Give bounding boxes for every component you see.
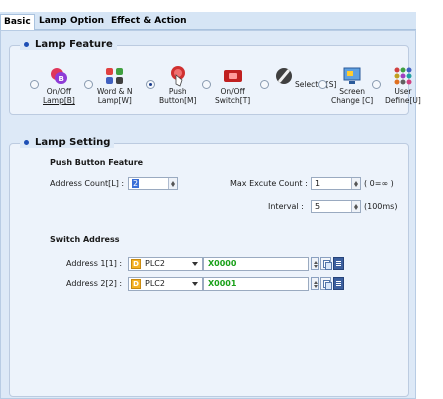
address-input-2[interactable]: X0001: [203, 277, 309, 291]
lamp-feature-title: Lamp Feature: [20, 39, 117, 50]
screen-change-icon: [341, 66, 363, 86]
bullet-icon: [24, 42, 29, 47]
selector-icon: [273, 66, 295, 86]
address-2-label: Address 2[2] :: [66, 279, 123, 288]
tab-basic[interactable]: Basic: [0, 14, 35, 31]
address-panel-icon[interactable]: [333, 257, 344, 270]
lamp-option-user-define[interactable]: User Define[U]: [372, 66, 421, 105]
radio-word-lamp[interactable]: [84, 80, 93, 89]
user-define-icon: [392, 66, 414, 86]
address-panel-icon[interactable]: [333, 277, 344, 290]
tab-lamp[interactable]: Lamp: [36, 14, 70, 30]
radio-onoff-lamp[interactable]: [30, 80, 39, 89]
device-d-icon: D: [131, 279, 141, 289]
radio-screen-change[interactable]: [318, 80, 327, 89]
address-2-stepper-icon[interactable]: [311, 277, 319, 290]
address-1-stepper-icon[interactable]: [311, 257, 319, 270]
tab-effect-action[interactable]: Effect & Action: [108, 14, 190, 30]
copy-icon[interactable]: [320, 277, 332, 290]
stepper-arrows-icon[interactable]: [351, 178, 360, 189]
max-execute-count-label: Max Excute Count :: [230, 179, 308, 188]
tab-bar: Basic Lamp Option Effect & Action: [0, 12, 416, 31]
switch-address-heading: Switch Address: [50, 235, 120, 244]
lamp-option-word-lamp[interactable]: Word & N Lamp[W]: [84, 66, 133, 105]
radio-push-button[interactable]: [146, 80, 155, 89]
tab-content-panel: Lamp Feature B On/Off Lamp[B] Word & N Lam…: [0, 30, 421, 399]
chevron-down-icon: [192, 262, 198, 269]
lamp-setting-group: Lamp Setting Push Button Feature Address…: [9, 137, 409, 397]
address-1-label: Address 1[1] :: [66, 259, 123, 268]
svg-text:B: B: [58, 75, 63, 83]
stepper-arrows-icon[interactable]: [168, 178, 177, 189]
stepper-arrows-icon[interactable]: [351, 201, 360, 212]
chevron-down-icon: [192, 282, 198, 289]
radio-selector[interactable]: [260, 80, 269, 89]
address-input-1[interactable]: X0000: [203, 257, 309, 271]
lamp-setting-title: Lamp Setting: [20, 137, 115, 148]
address-count-stepper[interactable]: 2: [128, 177, 178, 190]
switch-icon: [222, 66, 244, 86]
interval-hint: (100ms): [364, 202, 398, 211]
device-select-1[interactable]: D PLC2: [128, 257, 203, 271]
max-execute-count-stepper[interactable]: 1: [311, 177, 361, 190]
radio-onoff-switch[interactable]: [202, 80, 211, 89]
interval-stepper[interactable]: 5: [311, 200, 361, 213]
interval-label: Interval :: [268, 202, 304, 211]
lamp-b-icon: B: [48, 66, 70, 86]
radio-user-define[interactable]: [372, 80, 381, 89]
max-execute-hint: ( 0=∞ ): [364, 179, 394, 188]
push-button-feature-heading: Push Button Feature: [50, 158, 144, 167]
device-select-2[interactable]: D PLC2: [128, 277, 203, 291]
copy-icon[interactable]: [320, 257, 332, 270]
word-lamp-icon: [104, 66, 126, 86]
lamp-option-push-button[interactable]: Push Button[M]: [146, 66, 196, 105]
push-button-icon: [167, 66, 189, 87]
lamp-option-onoff-lamp[interactable]: B On/Off Lamp[B]: [30, 66, 75, 105]
address-count-label: Address Count[L] :: [50, 179, 125, 188]
bullet-icon: [24, 140, 29, 145]
lamp-feature-group: Lamp Feature B On/Off Lamp[B] Word & N Lam…: [9, 39, 421, 115]
lamp-option-onoff-switch[interactable]: On/Off Switch[T]: [202, 66, 250, 105]
tab-option[interactable]: Option: [67, 14, 107, 30]
lamp-option-screen-change[interactable]: Screen Change [C]: [318, 66, 373, 105]
device-d-icon: D: [131, 259, 141, 269]
